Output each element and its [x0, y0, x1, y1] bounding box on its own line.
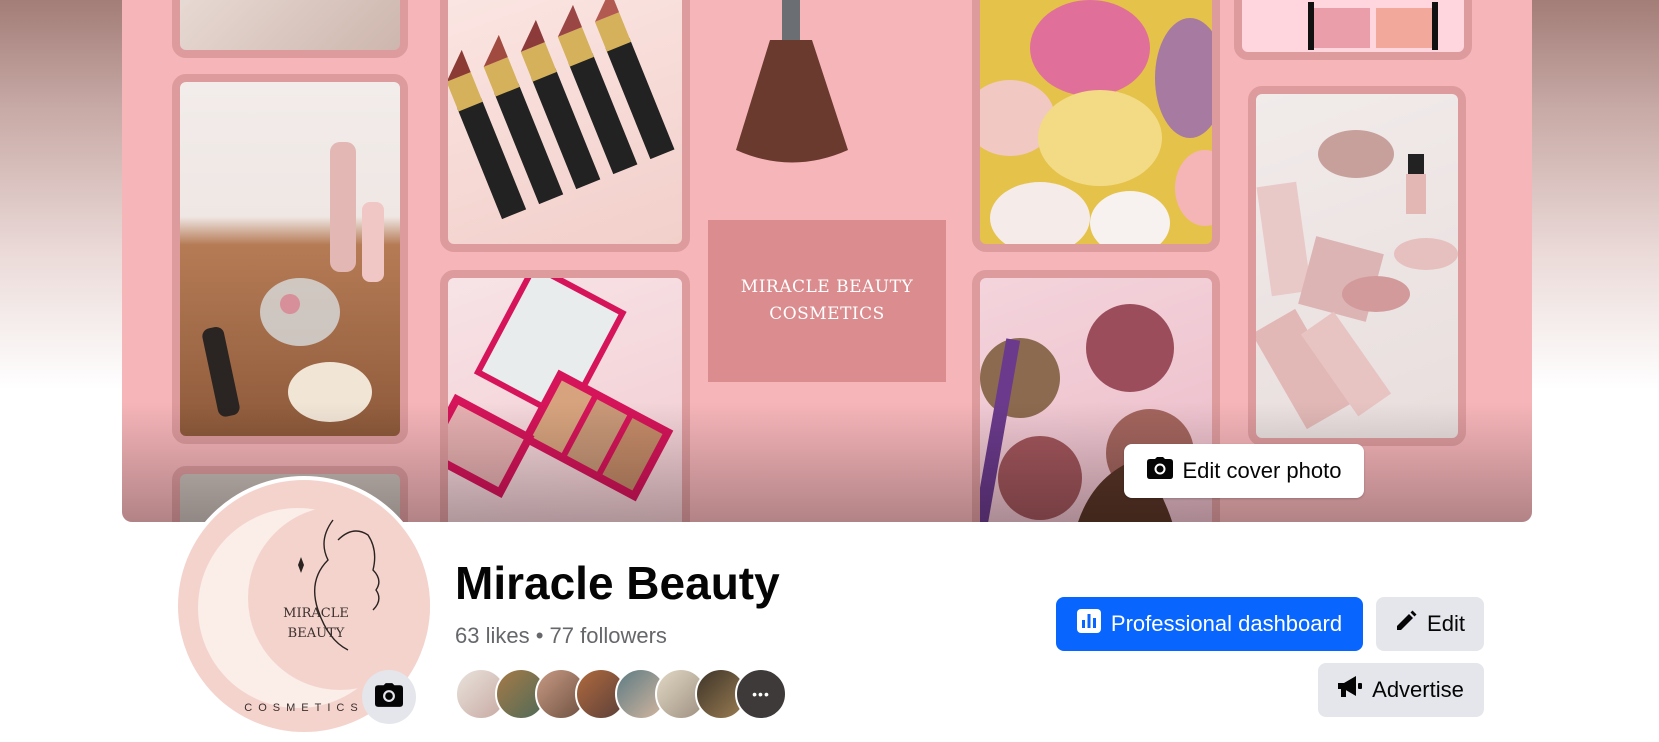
stats-separator: •	[529, 623, 550, 648]
cover-tile-palette	[440, 270, 690, 522]
cover-tile-skincare	[1248, 86, 1466, 446]
likes-link[interactable]: 63 likes	[455, 623, 530, 648]
edit-page-button[interactable]: Edit	[1376, 597, 1484, 651]
page-stats: 63 likes • 77 followers	[455, 623, 667, 649]
logo-text-line1: MIRACLE	[283, 606, 349, 621]
cover-brand-line2: COSMETICS	[769, 304, 885, 324]
cover-tile-lipsticks	[440, 0, 690, 252]
cover-brand-label: MIRACLE BEAUTY COSMETICS	[708, 220, 946, 382]
cover-tile-brushes	[172, 74, 408, 444]
update-profile-picture-button[interactable]	[362, 670, 416, 724]
cover-brand-line1: MIRACLE BEAUTY	[740, 277, 914, 297]
advertise-button[interactable]: Advertise	[1318, 663, 1484, 717]
camera-icon	[375, 682, 403, 712]
cover-tile-blush-compact	[1234, 0, 1472, 60]
professional-dashboard-button[interactable]: Professional dashboard	[1056, 597, 1363, 651]
compact-illustration	[1308, 2, 1438, 50]
bar-chart-icon	[1076, 609, 1101, 639]
skincare-illustration	[1256, 130, 1458, 430]
followers-link[interactable]: 77 followers	[550, 623, 667, 648]
pencil-icon	[1395, 610, 1417, 638]
more-followers-button[interactable]: •••	[735, 668, 787, 720]
edit-cover-photo-button[interactable]: Edit cover photo	[1124, 444, 1364, 498]
megaphone-icon	[1338, 676, 1363, 704]
lipsticks-illustration	[448, 0, 675, 220]
logo-text-line2: BEAUTY	[287, 626, 345, 641]
camera-icon	[1146, 457, 1173, 485]
page-title: Miracle Beauty	[455, 557, 780, 609]
cover-tile-skincare-top	[172, 0, 408, 58]
advertise-label: Advertise	[1372, 677, 1464, 702]
cover-tile-sponges	[972, 0, 1220, 252]
sponges-illustration	[980, 0, 1212, 244]
brush-illustration	[202, 142, 384, 422]
edit-label: Edit	[1427, 611, 1465, 636]
fan-brush-illustration	[736, 0, 848, 163]
professional-dashboard-label: Professional dashboard	[1110, 611, 1343, 636]
palette-illustration	[448, 278, 674, 502]
more-dots-icon: •••	[752, 686, 770, 702]
edit-cover-photo-label: Edit cover photo	[1182, 458, 1342, 483]
